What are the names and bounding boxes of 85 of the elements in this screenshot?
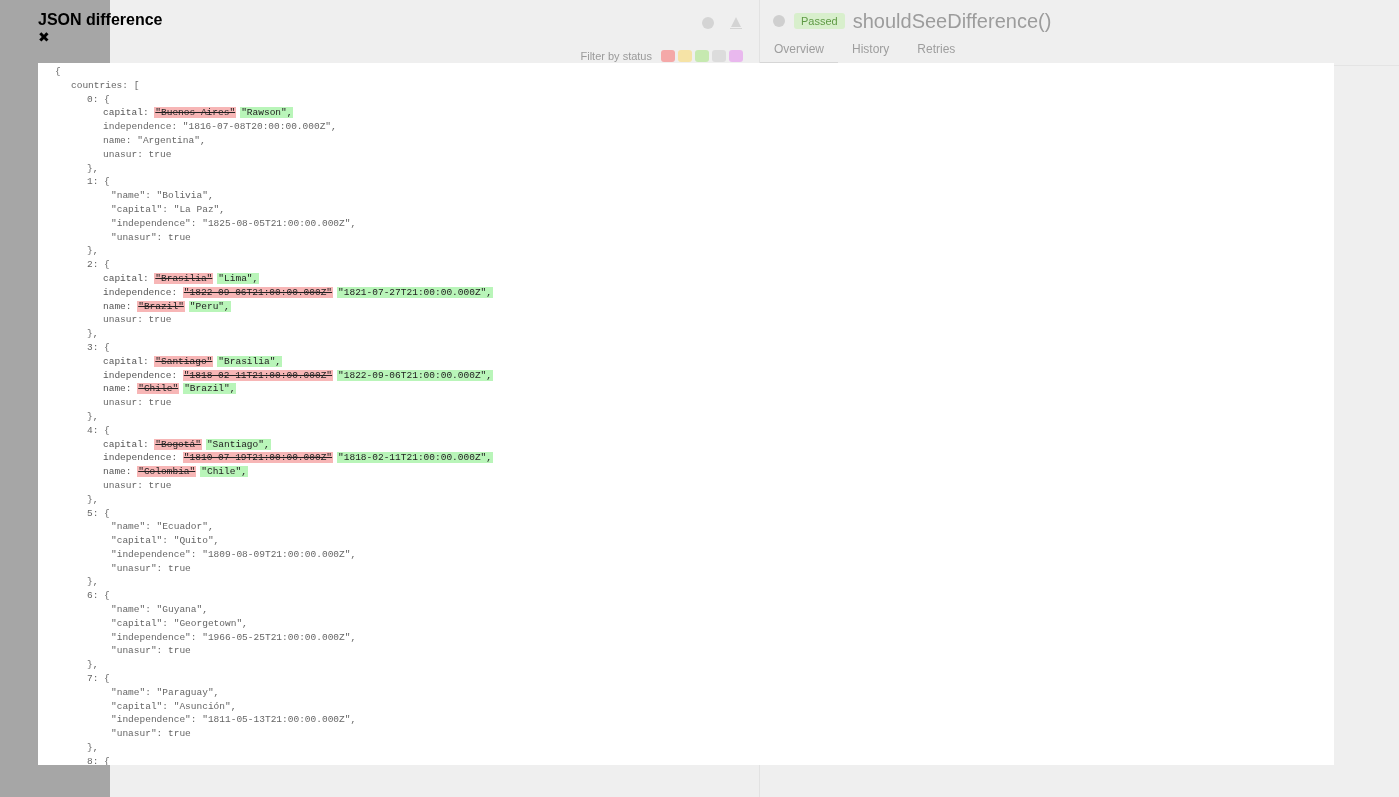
code-line: "unasur": true: [111, 645, 191, 657]
status-filter[interactable]: [695, 50, 709, 62]
code-line: 8: {: [87, 755, 110, 765]
status-filter[interactable]: [661, 50, 675, 62]
added-value: "1818-02-11T21:00:00.000Z",: [337, 452, 493, 464]
tab[interactable]: Retries: [903, 36, 970, 65]
code-line: unasur: true: [103, 479, 172, 491]
removed-value: "Brazil": [137, 300, 185, 312]
code-key: name:: [103, 383, 138, 395]
added-value: "Brasilia",: [217, 355, 283, 367]
code-line: "unasur": true: [111, 728, 191, 740]
code-line: "name": "Ecuador",: [111, 521, 214, 533]
code-line: "name": "Guyana",: [111, 604, 208, 616]
code-line: "independence": "1809-08-09T21:00:00.000Z",: [111, 548, 357, 560]
filter-label: Filter by status: [580, 50, 652, 62]
code-line: 2: {: [87, 259, 110, 271]
code-line: "capital": "Quito",: [111, 535, 220, 547]
code-line: 4: {: [87, 424, 110, 436]
code-line: "independence": "1811-05-13T21:00:00.000Z",: [111, 714, 357, 726]
code-line: name: "Argentina",: [103, 135, 206, 146]
status-filter[interactable]: [712, 50, 726, 62]
code-line: "name": "Paraguay",: [111, 686, 220, 698]
tab[interactable]: History: [838, 36, 904, 65]
code-line: "capital": "Georgetown",: [111, 617, 248, 629]
status-filter[interactable]: [729, 50, 743, 62]
status-badge: Passed: [794, 13, 845, 29]
code-line: 7: {: [87, 673, 110, 685]
download-icon[interactable]: [729, 16, 743, 30]
code-line: independence: "1816-07-08T20:00:00.000Z",: [103, 121, 337, 133]
status-filter[interactable]: [678, 50, 692, 62]
code-line: 0: {: [87, 93, 110, 105]
code-line: },: [87, 659, 99, 671]
removed-value: "Colombia": [137, 466, 197, 478]
removed-value: "Chile": [137, 383, 180, 395]
code-line: 1: {: [87, 176, 110, 188]
removed-value: "1822-09-06T21:00:00.000Z": [182, 286, 334, 298]
code-line: },: [87, 576, 99, 588]
code-key: name:: [103, 466, 138, 478]
removed-value: "1810-07-19T21:00:00.000Z": [182, 452, 334, 464]
code-line: "independence": "1966-05-25T21:00:00.000Z",: [111, 631, 357, 643]
removed-value: "Bogotá": [154, 438, 202, 450]
code-key: capital:: [103, 272, 155, 284]
code-line: countries: [: [71, 79, 140, 91]
code-line: },: [87, 328, 99, 340]
removed-value: "Santiago": [154, 355, 214, 367]
added-value: "Lima",: [217, 272, 260, 284]
code-key: independence:: [103, 369, 183, 381]
code-line: "unasur": true: [111, 562, 191, 574]
removed-value: "1818-02-11T21:00:00.000Z": [182, 369, 334, 381]
added-value: "1822-09-06T21:00:00.000Z",: [337, 369, 493, 381]
dialog-title: JSON difference: [38, 11, 163, 29]
added-value: "Santiago",: [205, 438, 271, 450]
code-line: "capital": "La Paz",: [111, 203, 226, 215]
code-line: unasur: true: [103, 314, 172, 326]
code-key: capital:: [103, 107, 155, 119]
code-line: },: [87, 410, 99, 422]
code-line: "independence": "1825-08-05T21:00:00.000Z",: [111, 217, 357, 229]
code-line: {: [55, 66, 61, 77]
code-key: capital:: [103, 438, 155, 450]
code-line: "capital": "Asunción",: [111, 700, 237, 712]
added-value: "Brazil",: [183, 383, 237, 395]
added-value: "Rawson",: [240, 107, 294, 119]
code-line: "unasur": true: [111, 231, 191, 243]
added-value: "Chile",: [200, 466, 248, 478]
close-button[interactable]: ✖: [38, 30, 50, 44]
code-line: unasur: true: [103, 397, 172, 409]
added-value: "1821-07-27T21:00:00.000Z",: [337, 286, 493, 298]
code-line: },: [87, 742, 99, 754]
code-line: 3: {: [87, 341, 110, 353]
code-line: unasur: true: [103, 148, 172, 160]
test-title: shouldSeeDifference(): [852, 9, 1052, 33]
code-line: 6: {: [87, 590, 110, 602]
removed-value: "Buenos Aires": [154, 107, 237, 119]
code-key: capital:: [103, 355, 155, 367]
code-line: },: [87, 162, 99, 174]
code-line: },: [87, 245, 99, 257]
code-key: name:: [103, 300, 138, 312]
code-line: },: [87, 493, 99, 505]
removed-value: "Brasilia": [154, 272, 214, 284]
code-line: "name": "Bolivia",: [111, 190, 214, 202]
added-value: "Peru",: [188, 300, 231, 312]
code-key: independence:: [103, 452, 183, 464]
code-key: independence:: [103, 286, 183, 298]
code-line: 5: {: [87, 507, 110, 519]
status-icon: [772, 14, 786, 28]
